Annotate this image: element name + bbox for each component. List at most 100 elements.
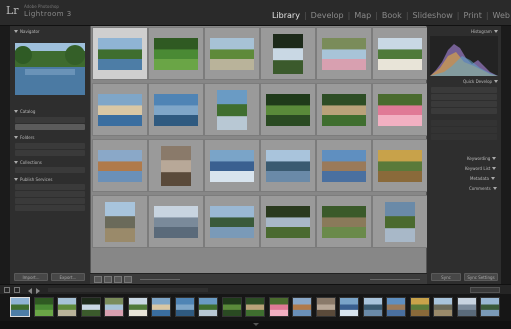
grid-cell[interactable] (372, 83, 428, 136)
module-library[interactable]: Library (271, 11, 301, 20)
photo-thumbnail[interactable] (378, 37, 422, 70)
grid-cell[interactable] (372, 139, 428, 192)
module-book[interactable]: Book (381, 11, 403, 20)
grid-cell[interactable] (204, 139, 260, 192)
quick-develop-row[interactable] (431, 94, 497, 100)
photo-thumbnail[interactable] (266, 205, 310, 238)
filmstrip-thumbnail[interactable] (409, 297, 430, 317)
filmstrip-thumbnail[interactable] (174, 297, 195, 317)
loupe-view-icon[interactable] (104, 276, 112, 283)
navigator-header[interactable]: Navigator (14, 29, 40, 34)
filmstrip-window-icon[interactable] (4, 287, 10, 293)
photo-thumbnail[interactable] (322, 37, 366, 70)
photo-thumbnail[interactable] (322, 205, 366, 238)
histogram-header[interactable]: Histogram (471, 29, 498, 34)
folder-item[interactable] (15, 143, 85, 149)
photo-thumbnail[interactable] (217, 89, 247, 130)
grid-cell[interactable] (92, 195, 148, 248)
filmstrip-thumbnail[interactable] (292, 297, 312, 317)
filmstrip-thumbnail[interactable] (221, 297, 242, 317)
grid-cell[interactable] (204, 27, 260, 80)
filmstrip-thumbnail[interactable] (57, 297, 77, 317)
filmstrip-thumbnail[interactable] (386, 297, 406, 317)
module-print[interactable]: Print (462, 11, 482, 20)
photo-thumbnail[interactable] (266, 149, 310, 182)
photo-thumbnail[interactable] (154, 205, 198, 238)
keyword-list-header[interactable]: Keyword List (465, 166, 497, 171)
sync-settings-button[interactable]: Sync Settings (464, 273, 498, 281)
photo-thumbnail[interactable] (273, 33, 303, 74)
sync-button[interactable]: Sync (431, 273, 461, 281)
grid-cell[interactable] (316, 27, 372, 80)
publish-services-header[interactable]: Publish Services (14, 177, 52, 182)
publish-item[interactable] (15, 184, 85, 190)
filmstrip-thumbnail[interactable] (104, 297, 124, 317)
filter-dropdown[interactable] (470, 287, 500, 293)
filmstrip-thumbnail[interactable] (151, 297, 171, 317)
filmstrip-thumbnail[interactable] (339, 297, 359, 317)
filmstrip-thumbnail[interactable] (480, 297, 500, 317)
thumbnail-size-slider[interactable] (370, 279, 420, 280)
publish-item[interactable] (15, 205, 85, 211)
filmstrip-thumbnail[interactable] (362, 297, 383, 317)
module-develop[interactable]: Develop (310, 11, 345, 20)
grid-cell[interactable] (92, 83, 148, 136)
filmstrip-thumbnail[interactable] (10, 297, 30, 317)
module-map[interactable]: Map (353, 11, 372, 20)
module-web[interactable]: Web (492, 11, 511, 20)
grid-cell[interactable] (372, 195, 428, 248)
grid-cell[interactable] (148, 139, 204, 192)
filmstrip-thumbnail[interactable] (33, 297, 54, 317)
grid-cell[interactable] (260, 195, 316, 248)
toolbar-slider-track[interactable] (140, 279, 180, 280)
comments-header[interactable]: Comments (469, 186, 497, 191)
quick-develop-row[interactable] (431, 120, 497, 126)
folders-header[interactable]: Folders (14, 135, 34, 140)
grid-cell[interactable] (260, 139, 316, 192)
grid-cell[interactable] (260, 27, 316, 80)
export-button[interactable]: Export... (51, 273, 85, 281)
bottom-panel-toggle-icon[interactable] (253, 323, 259, 326)
grid-cell[interactable] (148, 27, 204, 80)
photo-thumbnail[interactable] (98, 149, 142, 182)
second-window-icon[interactable] (14, 287, 20, 293)
photo-thumbnail[interactable] (322, 93, 366, 126)
photo-thumbnail[interactable] (98, 93, 142, 126)
import-button[interactable]: Import... (14, 273, 48, 281)
compare-view-icon[interactable] (114, 276, 122, 283)
catalog-item[interactable] (15, 117, 85, 123)
photo-thumbnail[interactable] (98, 37, 142, 70)
keywording-header[interactable]: Keywording (467, 156, 497, 161)
quick-develop-row[interactable] (431, 101, 497, 107)
module-slideshow[interactable]: Slideshow (412, 11, 454, 20)
photo-thumbnail[interactable] (105, 201, 135, 242)
filmstrip-thumbnail[interactable] (80, 297, 101, 317)
quick-develop-row[interactable] (431, 108, 497, 114)
filmstrip-thumbnail[interactable] (245, 297, 265, 317)
filmstrip-thumbnail[interactable] (268, 297, 289, 317)
survey-view-icon[interactable] (124, 276, 132, 283)
folder-item[interactable] (15, 150, 85, 156)
photo-thumbnail[interactable] (322, 149, 366, 182)
photo-thumbnail[interactable] (210, 205, 254, 238)
publish-item[interactable] (15, 191, 85, 197)
grid-cell[interactable] (148, 195, 204, 248)
metadata-header[interactable]: Metadata (470, 176, 495, 181)
filmstrip-thumbnail[interactable] (315, 297, 336, 317)
collection-item[interactable] (15, 167, 85, 173)
filmstrip-thumbnail[interactable] (433, 297, 453, 317)
quick-develop-header[interactable]: Quick Develop (463, 79, 499, 84)
photo-thumbnail[interactable] (154, 93, 198, 126)
navigator-preview[interactable] (15, 43, 85, 95)
filmstrip-thumbnail[interactable] (456, 297, 477, 317)
photo-thumbnail[interactable] (210, 37, 254, 70)
filmstrip-source-info[interactable] (48, 288, 208, 292)
catalog-item-selected[interactable] (15, 124, 85, 130)
quick-develop-row[interactable] (431, 127, 497, 133)
collections-header[interactable]: Collections (14, 160, 42, 165)
right-edge-strip[interactable] (501, 26, 511, 284)
photo-thumbnail[interactable] (161, 145, 191, 186)
photo-thumbnail[interactable] (378, 93, 422, 126)
publish-item[interactable] (15, 198, 85, 204)
photo-thumbnail[interactable] (210, 149, 254, 182)
